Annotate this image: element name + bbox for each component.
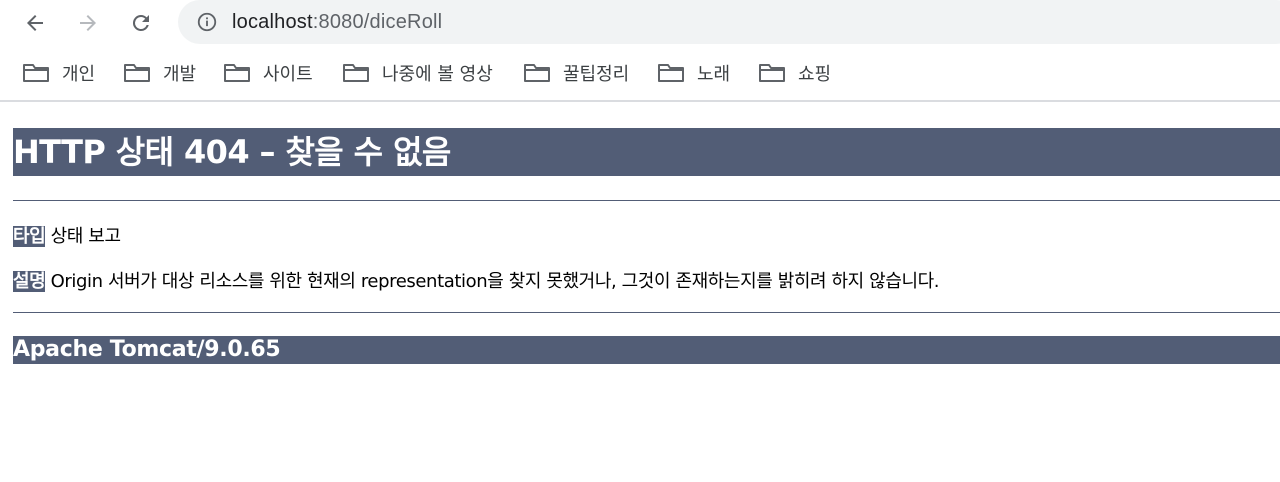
- folder-icon: [759, 64, 785, 82]
- bookmark-folder[interactable]: 노래: [657, 60, 730, 86]
- folder-icon: [658, 64, 684, 82]
- address-bar[interactable]: localhost:8080/diceRoll: [178, 0, 1280, 44]
- error-page: HTTP 상태 404 – 찾을 수 없음 타입 상태 보고 설명 Origin…: [13, 128, 1280, 364]
- type-row: 타입 상태 보고: [13, 222, 121, 248]
- folder-icon: [23, 64, 49, 82]
- server-footer: Apache Tomcat/9.0.65: [13, 336, 1280, 364]
- back-button[interactable]: [19, 7, 51, 39]
- folder-icon: [224, 64, 250, 82]
- bookmark-folder[interactable]: 개발: [123, 60, 196, 86]
- description-row: 설명 Origin 서버가 대상 리소스를 위한 현재의 representat…: [13, 267, 940, 293]
- arrow-right-icon: [80, 15, 96, 31]
- arrow-left-icon: [27, 15, 43, 31]
- type-label: 타입: [13, 226, 46, 247]
- bookmark-label: 쇼핑: [798, 64, 832, 85]
- error-heading: HTTP 상태 404 – 찾을 수 없음: [13, 128, 1280, 176]
- description-value: Origin 서버가 대상 리소스를 위한 현재의 representation…: [45, 271, 940, 292]
- folder-icon: [524, 64, 550, 82]
- forward-button[interactable]: [72, 7, 104, 39]
- bookmarks-bar: 개인 개발 사이트 나중에 볼 영상 꿀팁정리 노래 쇼핑: [0, 50, 1280, 102]
- url-path: :8080/diceRoll: [312, 10, 443, 33]
- folder-icon: [343, 64, 369, 82]
- bookmark-label: 개발: [163, 64, 197, 85]
- description-label: 설명: [13, 271, 46, 292]
- divider: [13, 200, 1280, 201]
- bookmark-folder[interactable]: 사이트: [223, 60, 313, 86]
- type-value: 상태 보고: [45, 226, 121, 247]
- browser-toolbar: localhost:8080/diceRoll: [0, 0, 1280, 46]
- bookmark-label: 개인: [62, 64, 96, 85]
- reload-button[interactable]: [125, 7, 157, 39]
- bookmark-label: 꿀팁정리: [563, 64, 630, 85]
- bookmark-label: 사이트: [263, 64, 313, 85]
- site-info-icon[interactable]: [196, 11, 218, 33]
- reload-icon: [132, 14, 149, 31]
- bookmark-label: 나중에 볼 영상: [382, 64, 493, 85]
- bookmark-label: 노래: [697, 64, 731, 85]
- url-text[interactable]: localhost:8080/diceRoll: [232, 11, 442, 34]
- folder-icon: [124, 64, 150, 82]
- bookmark-folder[interactable]: 나중에 볼 영상: [342, 60, 493, 86]
- url-host: localhost: [232, 10, 313, 33]
- divider: [13, 312, 1280, 313]
- bookmark-folder[interactable]: 꿀팁정리: [523, 60, 629, 86]
- bookmark-folder[interactable]: 개인: [22, 60, 95, 86]
- bookmark-folder[interactable]: 쇼핑: [758, 60, 831, 86]
